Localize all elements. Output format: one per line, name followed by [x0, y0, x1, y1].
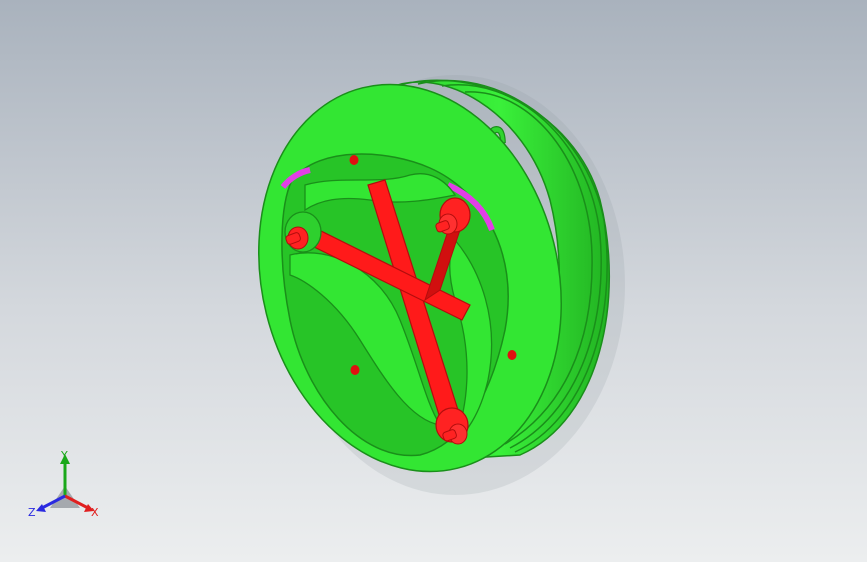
- mount-hole-top: [349, 155, 359, 165]
- graphics-viewport[interactable]: SS: [0, 0, 867, 562]
- triad-z-label: Z: [28, 506, 36, 519]
- mount-hole-bottom: [350, 365, 360, 375]
- cad-model-view[interactable]: SS: [0, 0, 867, 562]
- triad-y-label: Y: [60, 449, 68, 462]
- triad-x-label: X: [91, 506, 99, 519]
- view-orientation-triad[interactable]: Y X Z: [20, 448, 110, 528]
- mount-hole-right: [507, 350, 517, 360]
- pivot-left: [284, 211, 322, 253]
